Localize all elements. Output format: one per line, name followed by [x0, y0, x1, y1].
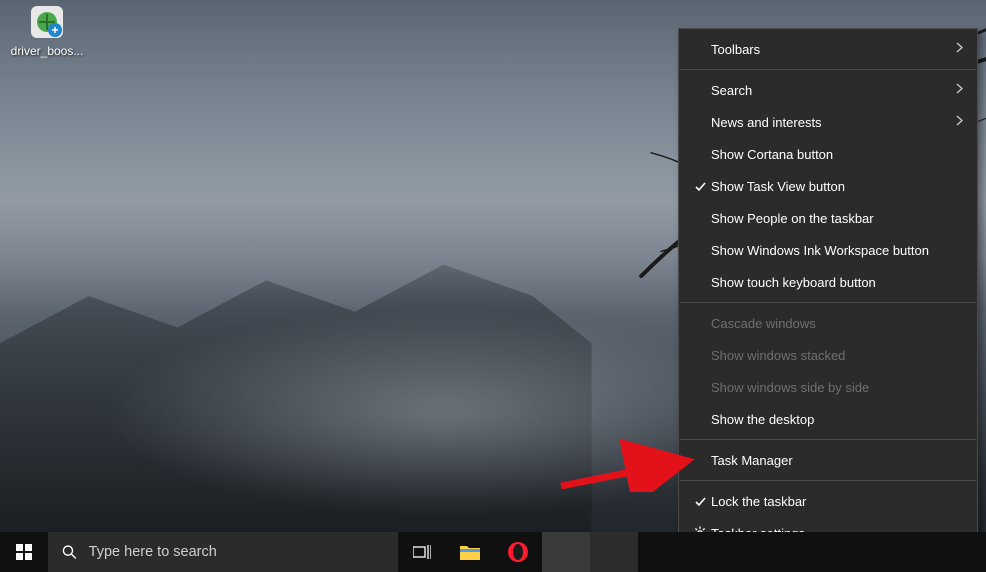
- taskbar-pinned-apps: [446, 532, 638, 572]
- menu-item-label: Show windows stacked: [711, 348, 947, 363]
- menu-item-news-and-interests[interactable]: News and interests: [679, 106, 977, 138]
- menu-item-lock-the-taskbar[interactable]: Lock the taskbar: [679, 485, 977, 517]
- desktop-icon-label: driver_boos...: [8, 44, 86, 58]
- menu-item-label: Search: [711, 83, 947, 98]
- driver-booster-icon: [27, 2, 67, 42]
- taskbar-running-window-2[interactable]: [590, 532, 638, 572]
- taskbar-app-opera[interactable]: [494, 532, 542, 572]
- file-explorer-icon: [459, 543, 481, 561]
- menu-item-show-task-view-button[interactable]: Show Task View button: [679, 170, 977, 202]
- menu-item-show-touch-keyboard-button[interactable]: Show touch keyboard button: [679, 266, 977, 298]
- check-icon: [689, 495, 711, 508]
- menu-item-show-windows-stacked: Show windows stacked: [679, 339, 977, 371]
- search-icon: [62, 544, 77, 560]
- menu-item-label: Show Task View button: [711, 179, 947, 194]
- start-button[interactable]: [0, 532, 48, 572]
- menu-separator: [680, 69, 976, 70]
- taskbar-app-file-explorer[interactable]: [446, 532, 494, 572]
- check-icon: [689, 180, 711, 193]
- chevron-right-icon: [947, 115, 963, 129]
- menu-item-toolbars[interactable]: Toolbars: [679, 33, 977, 65]
- menu-item-label: Show Windows Ink Workspace button: [711, 243, 947, 258]
- menu-item-label: Cascade windows: [711, 316, 947, 331]
- menu-item-task-manager[interactable]: Task Manager: [679, 444, 977, 476]
- task-view-icon: [413, 545, 431, 559]
- menu-item-label: Task Manager: [711, 453, 947, 468]
- chevron-right-icon: [947, 42, 963, 56]
- taskbar-context-menu: Toolbars Search News and interests Show Cor…: [678, 28, 978, 554]
- menu-separator: [680, 302, 976, 303]
- menu-item-label: Lock the taskbar: [711, 494, 947, 509]
- menu-item-show-windows-side-by-side: Show windows side by side: [679, 371, 977, 403]
- menu-item-show-people-on-the-taskbar[interactable]: Show People on the taskbar: [679, 202, 977, 234]
- taskbar-running-window-1[interactable]: [542, 532, 590, 572]
- opera-icon: [507, 541, 529, 563]
- menu-item-label: Show People on the taskbar: [711, 211, 947, 226]
- task-view-button[interactable]: [398, 532, 446, 572]
- menu-item-label: Show windows side by side: [711, 380, 947, 395]
- menu-item-show-windows-ink-workspace-button[interactable]: Show Windows Ink Workspace button: [679, 234, 977, 266]
- menu-item-label: News and interests: [711, 115, 947, 130]
- menu-item-label: Show touch keyboard button: [711, 275, 947, 290]
- menu-item-search[interactable]: Search: [679, 74, 977, 106]
- menu-item-cascade-windows: Cascade windows: [679, 307, 977, 339]
- menu-separator: [680, 480, 976, 481]
- windows-logo-icon: [16, 544, 32, 560]
- search-input[interactable]: [89, 544, 384, 560]
- menu-item-label: Show the desktop: [711, 412, 947, 427]
- menu-separator: [680, 439, 976, 440]
- menu-item-label: Toolbars: [711, 42, 947, 57]
- desktop-icon-driver-booster[interactable]: driver_boos...: [8, 2, 86, 58]
- menu-item-label: Show Cortana button: [711, 147, 947, 162]
- menu-item-show-cortana-button[interactable]: Show Cortana button: [679, 138, 977, 170]
- chevron-right-icon: [947, 83, 963, 97]
- taskbar-search[interactable]: [48, 532, 398, 572]
- menu-item-show-the-desktop[interactable]: Show the desktop: [679, 403, 977, 435]
- taskbar: [0, 532, 986, 572]
